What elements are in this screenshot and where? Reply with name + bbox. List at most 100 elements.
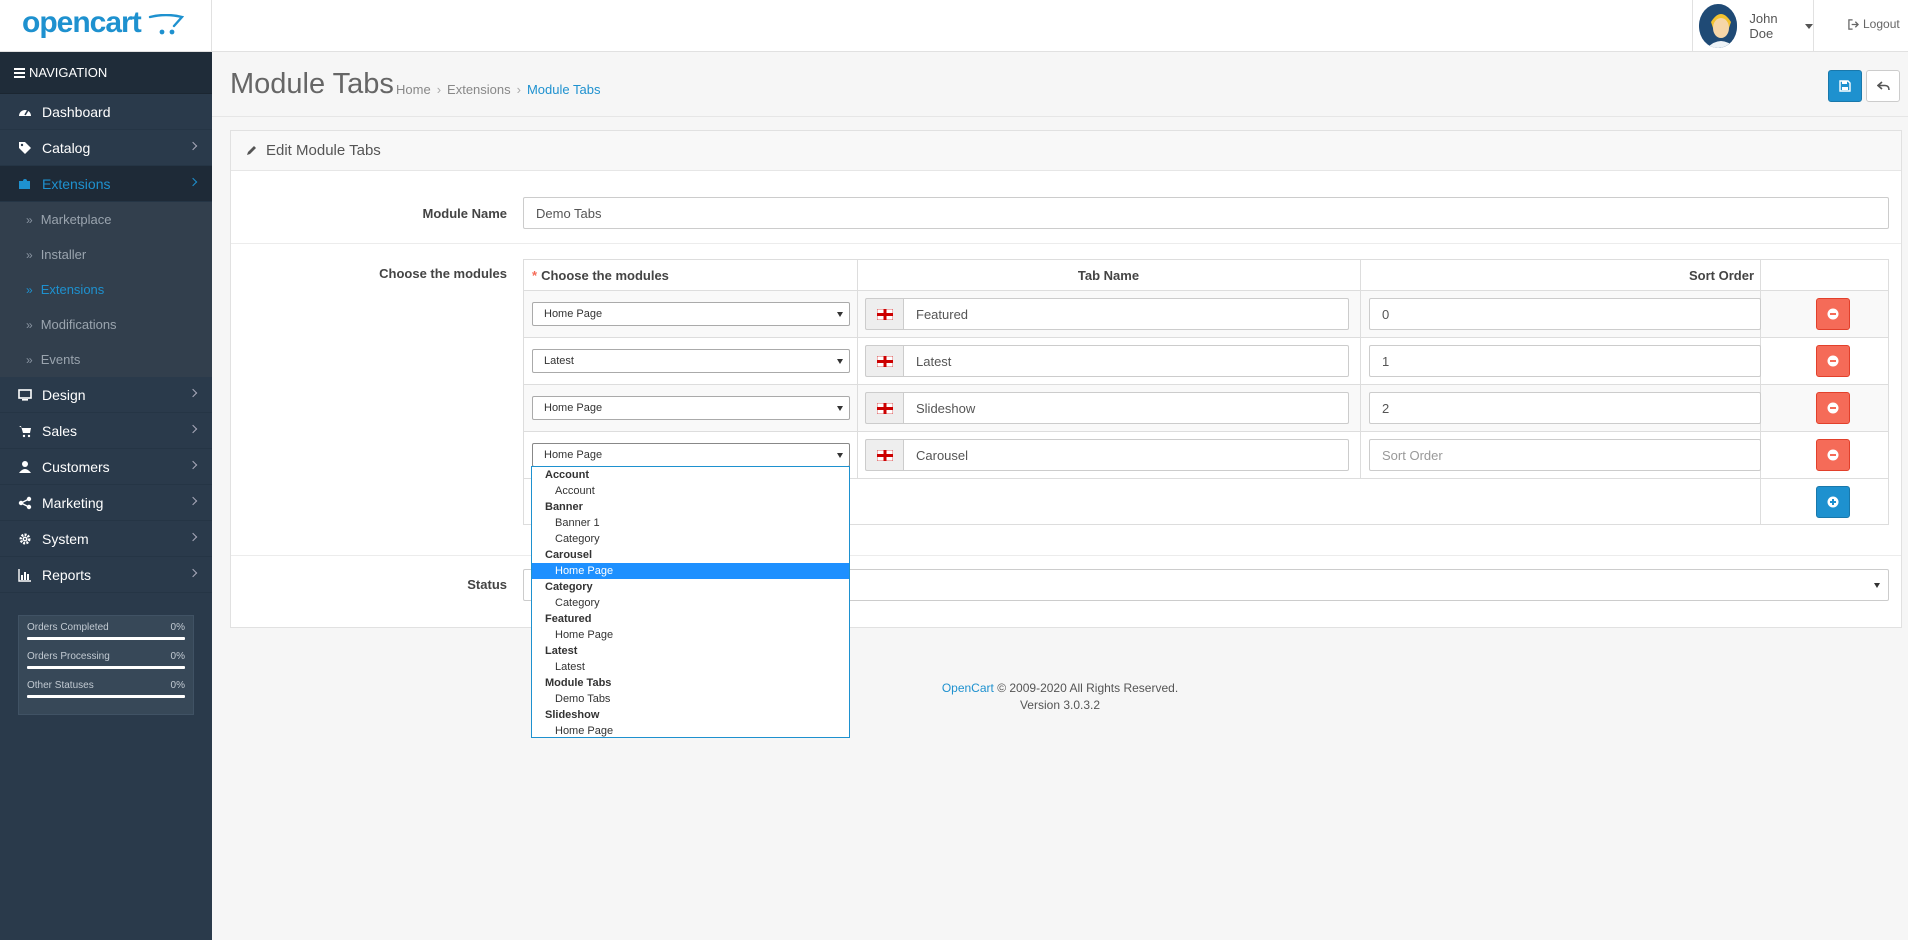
back-button[interactable] <box>1866 70 1900 102</box>
order-stats: Orders Completed 0% Orders Processing 0% O… <box>18 615 194 715</box>
column-header-label: Sort Order <box>1688 267 1754 283</box>
breadcrumb-separator: › <box>516 82 521 97</box>
sidebar-item-sales[interactable]: Sales <box>0 413 212 449</box>
table-divider <box>524 384 1888 385</box>
language-flag <box>865 439 903 471</box>
sidebar-item-design[interactable]: Design <box>0 377 212 413</box>
caret-down-icon <box>837 312 843 317</box>
tab-name-input[interactable]: Slideshow <box>903 392 1349 424</box>
module-dropdown-list: Account Account Banner Banner 1 Category… <box>531 466 850 738</box>
sidebar-item-label: Customers <box>42 458 110 475</box>
module-name-input[interactable]: Demo Tabs <box>523 197 1889 229</box>
stat-label: Orders Completed <box>27 622 109 633</box>
logout-label: Logout <box>1863 17 1900 31</box>
caret-down-icon <box>837 406 843 411</box>
language-flag <box>865 298 903 330</box>
monitor-icon <box>18 388 32 401</box>
column-header-label: Choose the modules <box>541 267 669 283</box>
user-menu[interactable]: John Doe <box>1692 0 1814 52</box>
chevron-right-icon <box>188 532 198 542</box>
remove-row-button[interactable] <box>1816 298 1850 330</box>
sort-order-input[interactable]: 2 <box>1369 392 1761 424</box>
optgroup-label: Account <box>545 469 589 481</box>
module-select[interactable]: Home Page <box>532 396 850 420</box>
logout-link[interactable]: Logout <box>1848 17 1900 31</box>
double-angle-right-icon: » <box>26 352 33 367</box>
dropdown-option[interactable]: Account <box>532 483 849 499</box>
sort-order-input[interactable]: 0 <box>1369 298 1761 330</box>
submenu-item-installer[interactable]: » Installer <box>0 237 212 272</box>
breadcrumb-extensions[interactable]: Extensions <box>447 82 511 97</box>
logo[interactable]: opencart <box>0 0 212 52</box>
stat-label: Other Statuses <box>27 680 94 691</box>
bar-chart-icon <box>18 568 31 582</box>
extensions-submenu: » Marketplace » Installer » Extensions » Mod… <box>0 202 212 377</box>
sidebar-item-label: Sales <box>42 422 78 439</box>
dropdown-option[interactable]: Latest <box>532 659 849 675</box>
add-row-button[interactable] <box>1816 486 1850 518</box>
minus-circle-icon <box>1827 449 1839 461</box>
dropdown-option[interactable]: Home Page <box>532 723 849 739</box>
double-angle-right-icon: » <box>26 317 33 332</box>
submenu-item-extensions[interactable]: » Extensions <box>0 272 212 307</box>
sidebar-item-extensions[interactable]: Extensions <box>0 166 212 202</box>
sidebar-item-reports[interactable]: Reports <box>0 557 212 593</box>
column-header-label: Tab Name <box>1077 267 1140 283</box>
optgroup-label: Banner <box>545 501 583 513</box>
tab-name-input[interactable]: Latest <box>903 345 1349 377</box>
module-select-open[interactable]: Home Page <box>532 443 850 467</box>
breadcrumb-current[interactable]: Module Tabs <box>527 82 600 97</box>
module-select[interactable]: Latest <box>532 349 850 373</box>
breadcrumb: Home › Extensions › Module Tabs <box>396 82 600 97</box>
progress-bar <box>27 637 185 640</box>
remove-row-button[interactable] <box>1816 439 1850 471</box>
tags-icon <box>19 141 31 154</box>
panel-heading: Edit Module Tabs <box>231 131 1901 171</box>
opencart-link[interactable]: OpenCart <box>942 681 994 695</box>
chevron-right-icon <box>188 568 198 578</box>
chevron-right-icon <box>188 177 198 187</box>
dropdown-option[interactable]: Home Page <box>532 627 849 643</box>
status-label: Status <box>467 577 507 592</box>
dropdown-option[interactable]: Category <box>532 531 849 547</box>
stat-label: Orders Processing <box>27 651 110 662</box>
panel-title: Edit Module Tabs <box>266 142 381 159</box>
remove-row-button[interactable] <box>1816 345 1850 377</box>
language-flag <box>865 345 903 377</box>
puzzle-icon <box>19 178 30 189</box>
dropdown-option[interactable]: Banner 1 <box>532 515 849 531</box>
submenu-item-events[interactable]: » Events <box>0 342 212 377</box>
table-divider <box>524 431 1888 432</box>
sidebar-item-system[interactable]: System <box>0 521 212 557</box>
choose-modules-label: Choose the modules <box>379 266 507 281</box>
dropdown-option-selected[interactable]: Home Page <box>532 563 849 579</box>
tab-name-input[interactable]: Carousel <box>903 439 1349 471</box>
divider <box>231 555 1901 556</box>
sort-order-input[interactable]: Sort Order <box>1369 439 1761 471</box>
submenu-item-modifications[interactable]: » Modifications <box>0 307 212 342</box>
select-value: Latest <box>544 355 574 367</box>
sidebar-item-label: Catalog <box>42 139 91 156</box>
sidebar-item-label: Design <box>42 386 86 403</box>
dropdown-option[interactable]: Demo Tabs <box>532 691 849 707</box>
sidebar-item-marketing[interactable]: Marketing <box>0 485 212 521</box>
column-header-tab-name: Tab Name <box>857 260 1360 290</box>
dropdown-option[interactable]: Category <box>532 595 849 611</box>
module-select[interactable]: Home Page <box>532 302 850 326</box>
optgroup-label: Module Tabs <box>545 677 612 689</box>
tab-name-input[interactable]: Featured <box>903 298 1349 330</box>
sidebar: NAVIGATION Dashboard Catalog Extensions … <box>0 52 212 940</box>
minus-circle-icon <box>1827 308 1839 320</box>
save-button[interactable] <box>1828 70 1862 102</box>
breadcrumb-home[interactable]: Home <box>396 82 431 97</box>
sidebar-item-catalog[interactable]: Catalog <box>0 130 212 166</box>
divider <box>212 116 1908 117</box>
sidebar-item-dashboard[interactable]: Dashboard <box>0 94 212 130</box>
submenu-item-marketplace[interactable]: » Marketplace <box>0 202 212 237</box>
optgroup-label: Latest <box>545 645 578 657</box>
stat-value: 0% <box>170 622 185 633</box>
sort-order-input[interactable]: 1 <box>1369 345 1761 377</box>
remove-row-button[interactable] <box>1816 392 1850 424</box>
top-header: opencart John Doe Logout <box>0 0 1908 52</box>
sidebar-item-customers[interactable]: Customers <box>0 449 212 485</box>
